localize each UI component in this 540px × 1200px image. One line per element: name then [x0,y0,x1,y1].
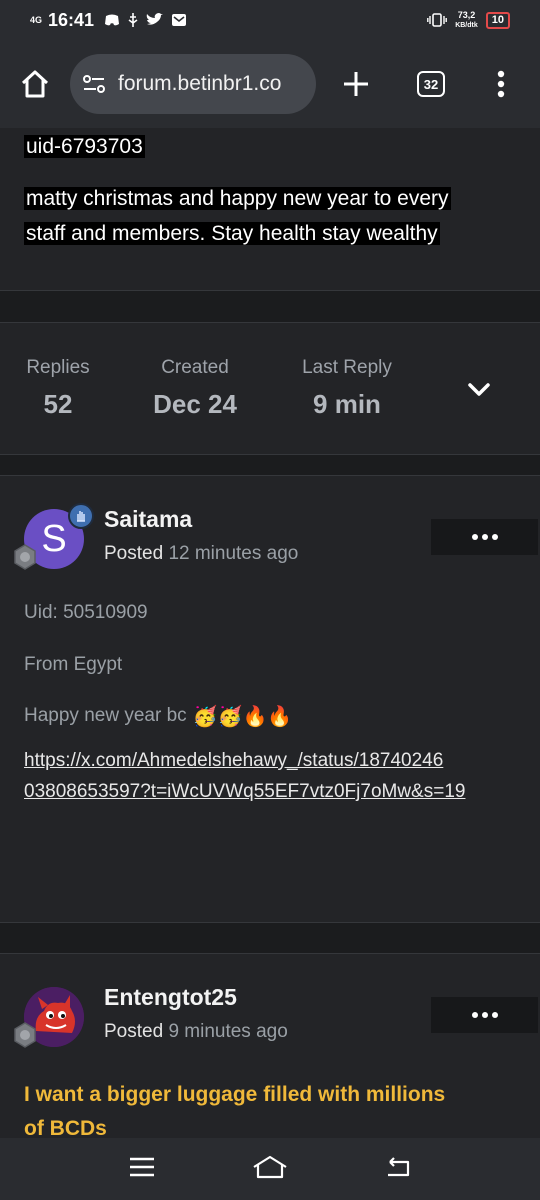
discord-icon [105,14,120,26]
post-from: From Egypt [24,654,123,675]
address-bar[interactable]: forum.betinbr1.co [70,54,316,114]
twitter-icon [146,13,164,25]
url-text[interactable]: forum.betinbr1.co [118,72,281,96]
post-saitama: S Saitama Posted 12 minutes ago Uid: 505… [0,475,540,923]
posted-label: Posted [104,1021,164,1042]
post-meta: Posted 12 minutes ago [104,543,298,565]
post-text-line-1: I want a bigger luggage filled with mill… [24,1083,446,1106]
menu-lines-icon [130,1157,154,1176]
post-text-line-2: of BCDs [24,1117,107,1138]
stat-last-reply: Last Reply 9 min [290,357,404,420]
post-uid: Uid: 50510909 [24,602,148,623]
post-meta: Posted 9 minutes ago [104,1021,288,1043]
post-author[interactable]: Saitama [104,506,192,533]
back-icon [388,1156,410,1176]
more-dot [491,1012,498,1018]
speed-value: 73,2 [457,9,476,20]
post-link[interactable]: https://x.com/Ahmedelshehawy_/status/187… [24,745,524,807]
stat-last-reply-label: Last Reply [302,357,392,378]
home-button[interactable] [0,54,70,114]
more-dot [481,534,488,540]
nav-home-button[interactable] [252,1154,288,1185]
avatar-letter: S [41,517,67,560]
home-icon [21,70,49,98]
posted-label: Posted [104,543,164,564]
top-post-line-1: matty christmas and happy new year to ev… [24,187,451,210]
post-entengtot25: Entengtot25 Posted 9 minutes ago I want … [0,953,540,1138]
stat-replies-label: Replies [26,357,90,378]
back-button[interactable] [384,1156,412,1183]
chevron-down-icon [468,383,490,396]
expand-stats-button[interactable] [464,375,494,405]
tab-switcher-button[interactable]: 32 [396,54,466,114]
stat-replies-value: 52 [43,389,73,419]
mail-icon [172,14,187,26]
more-dot [481,1012,488,1018]
plus-icon [344,72,368,96]
status-bar: 4G 16:41 73,2 KB/dtk 10 [0,0,540,40]
browser-menu-button[interactable] [466,54,536,114]
posted-time[interactable]: 12 minutes ago [168,543,298,564]
new-tab-button[interactable] [316,54,396,114]
post-highlight-text: I want a bigger luggage filled with mill… [24,1078,514,1138]
hand-icon [77,511,85,522]
browser-toolbar: forum.betinbr1.co 32 [0,40,540,128]
post-link-line-1[interactable]: https://x.com/Ahmedelshehawy_/status/187… [24,750,443,771]
page-content[interactable]: uid-6793703 matty christmas and happy ne… [0,128,540,1138]
top-post-line-2: staff and members. Stay health stay weal… [24,222,440,245]
post-link-line-2[interactable]: 03808653597?t=iWcUVWq55EF7vtz0Fj7oMw&s=1… [24,781,465,802]
speed-unit: KB/dtk [455,21,478,29]
recent-apps-button[interactable] [128,1156,156,1183]
battery-indicator: 10 [485,11,510,29]
topic-stats-card: Replies 52 Created Dec 24 Last Reply 9 m… [0,322,540,455]
post-options-button[interactable] [431,997,538,1033]
system-nav-bar [0,1138,540,1200]
rank-badge-icon [14,1022,36,1048]
stat-created: Created Dec 24 [140,357,250,420]
party-fire-emojis: 🥳🥳🔥🔥 [192,704,293,728]
post-greeting-line: Happy new year bc 🥳🥳🔥🔥 [24,704,292,728]
more-vertical-icon [497,70,505,98]
home-outline-icon [253,1155,287,1178]
notification-icons [104,13,187,27]
online-badge [68,503,94,529]
stat-created-value: Dec 24 [153,389,237,419]
post-greeting: Happy new year bc [24,705,187,726]
more-dot [471,534,478,540]
stat-last-reply-value: 9 min [313,389,381,419]
posted-time[interactable]: 9 minutes ago [168,1021,287,1042]
rank-badge-icon [14,544,36,570]
more-dot [471,1012,478,1018]
stat-replies: Replies 52 [22,357,94,420]
stat-created-label: Created [161,357,229,378]
clock: 16:41 [48,9,95,30]
vibrate-icon [427,13,448,27]
tab-count: 32 [417,71,445,97]
top-post-card: uid-6793703 matty christmas and happy ne… [0,128,540,291]
network-indicator: 4G [30,14,43,25]
top-post-uid: uid-6793703 [24,135,145,158]
post-options-button[interactable] [431,519,538,555]
site-settings-icon[interactable] [82,73,112,95]
post-author[interactable]: Entengtot25 [104,984,237,1011]
usb-icon [128,13,138,27]
more-dot [491,534,498,540]
